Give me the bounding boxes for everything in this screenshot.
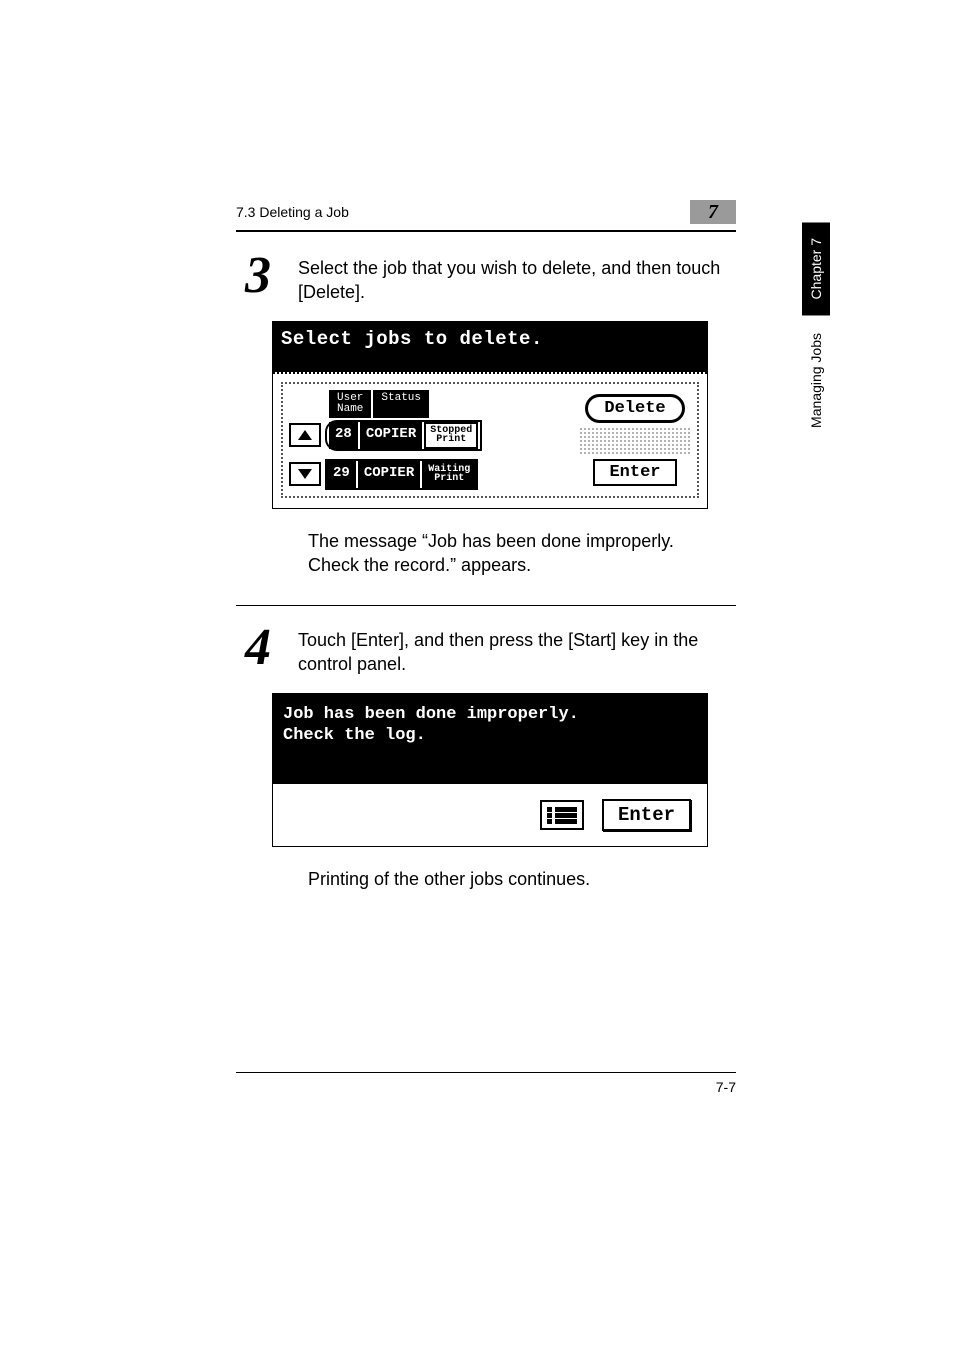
screen2-title: Job has been done improperly. Check the … (273, 694, 707, 785)
step-number: 3 (236, 250, 280, 305)
enter-button[interactable]: Enter (593, 459, 676, 486)
section-heading: 7.3 Deleting a Job (236, 204, 349, 220)
step-number: 4 (236, 622, 280, 677)
screen1-title: Select jobs to delete. (273, 322, 707, 372)
job-id: 28 (329, 422, 358, 449)
scroll-down-icon[interactable] (289, 462, 321, 486)
side-tab-chapter: Chapter 7 (802, 222, 830, 315)
hdr-user: UserName (329, 390, 371, 418)
table-row[interactable]: 28 COPIER StoppedPrint (289, 420, 573, 451)
job-user: COPIER (358, 461, 420, 488)
job-user: COPIER (360, 422, 422, 449)
step-text: Select the job that you wish to delete, … (298, 250, 736, 305)
job-status: WaitingPrint (422, 461, 476, 488)
step-3: 3 Select the job that you wish to delete… (236, 250, 736, 305)
delete-button[interactable]: Delete (585, 394, 684, 423)
result-message: Printing of the other jobs continues. (308, 867, 718, 891)
screen-select-jobs: Select jobs to delete. UserName Status (272, 321, 708, 509)
decorative-fill (579, 427, 691, 455)
side-tab-section: Managing Jobs (808, 333, 824, 428)
job-status: StoppedPrint (424, 422, 478, 449)
page-number: 7-7 (236, 1079, 736, 1095)
job-id: 29 (327, 461, 356, 488)
enter-button[interactable]: Enter (602, 799, 691, 831)
table-row[interactable]: 29 COPIER WaitingPrint (289, 459, 573, 490)
hdr-status: Status (373, 390, 429, 418)
result-message: The message “Job has been done improperl… (308, 529, 718, 578)
divider (236, 230, 736, 232)
step-4: 4 Touch [Enter], and then press the [Sta… (236, 622, 736, 677)
step-text: Touch [Enter], and then press the [Start… (298, 622, 736, 677)
log-icon[interactable] (540, 800, 584, 830)
scroll-up-icon[interactable] (289, 423, 321, 447)
divider (236, 605, 736, 606)
table-header: UserName Status (329, 390, 573, 418)
screen-job-status: Job has been done improperly. Check the … (272, 693, 708, 848)
chapter-badge: 7 (690, 200, 736, 224)
page-footer: 7-7 (236, 1072, 736, 1095)
